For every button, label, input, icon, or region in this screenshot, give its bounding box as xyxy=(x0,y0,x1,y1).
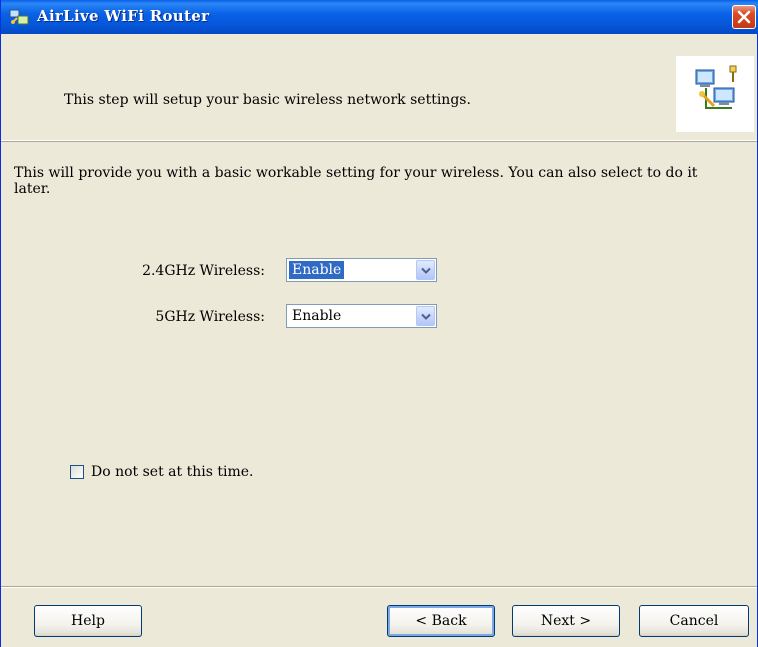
close-button[interactable] xyxy=(732,5,756,29)
footer-divider xyxy=(1,586,757,588)
wireless-24ghz-value: Enable xyxy=(287,260,346,280)
skip-checkbox[interactable] xyxy=(70,465,84,479)
wireless-5ghz-select[interactable]: Enable xyxy=(286,304,437,328)
network-router-icon xyxy=(9,7,29,27)
step-description: This step will setup your basic wireless… xyxy=(64,92,471,108)
skip-checkbox-label[interactable]: Do not set at this time. xyxy=(91,464,253,480)
header-panel xyxy=(1,34,757,141)
back-button[interactable]: < Back xyxy=(387,605,495,637)
cancel-button[interactable]: Cancel xyxy=(639,605,749,637)
wireless-24ghz-select[interactable]: Enable xyxy=(286,258,437,282)
dropdown-button[interactable] xyxy=(416,306,435,326)
wireless-5ghz-label: 5GHz Wireless: xyxy=(155,309,265,325)
wireless-24ghz-label: 2.4GHz Wireless: xyxy=(142,263,265,279)
dropdown-button[interactable] xyxy=(416,260,435,280)
window-title: AirLive WiFi Router xyxy=(37,7,210,25)
help-button[interactable]: Help xyxy=(34,605,142,637)
wireless-5ghz-value: Enable xyxy=(292,308,342,324)
chevron-down-icon xyxy=(421,267,431,274)
chevron-down-icon xyxy=(421,313,431,320)
title-bar[interactable]: AirLive WiFi Router xyxy=(1,0,758,34)
settings-description: This will provide you with a basic worka… xyxy=(14,165,698,197)
wizard-window: AirLive WiFi Router This step will setup… xyxy=(0,0,758,647)
header-icon-box xyxy=(676,56,754,132)
next-button[interactable]: Next > xyxy=(512,605,620,637)
network-computers-icon xyxy=(692,64,740,116)
